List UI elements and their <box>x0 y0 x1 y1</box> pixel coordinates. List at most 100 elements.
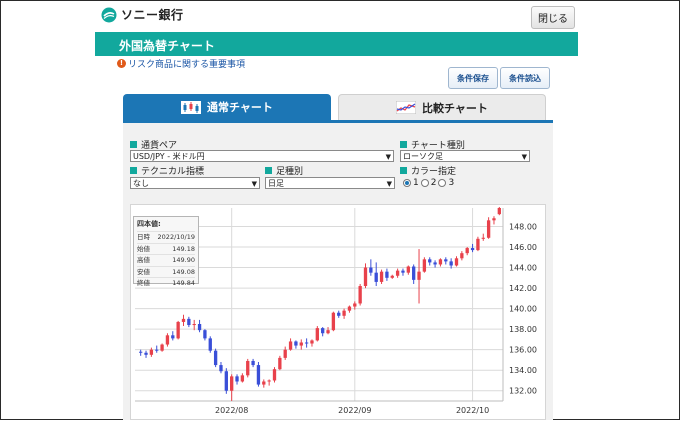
candle-body <box>369 267 373 273</box>
candle-body <box>219 365 223 372</box>
candle-body <box>321 328 325 334</box>
candle-body <box>401 270 405 273</box>
y-tick-label: 142.00 <box>509 284 537 293</box>
page-title: 外国為替チャート <box>119 39 215 53</box>
candle-body <box>492 218 496 221</box>
brand-name: ソニー銀行 <box>121 8 184 22</box>
y-tick-label: 144.00 <box>509 264 537 273</box>
candle-body <box>374 272 378 282</box>
candle-body <box>294 341 298 346</box>
technical-select[interactable]: なし ▼ <box>130 177 260 189</box>
candle-body <box>299 342 303 346</box>
candle-body <box>267 380 271 382</box>
candle-body <box>326 330 330 334</box>
tooltip-row: 始値 149.18 <box>137 242 195 253</box>
candle-body <box>497 208 501 215</box>
candle-body <box>315 328 319 341</box>
candle-body <box>347 306 352 311</box>
candle-body <box>358 286 362 304</box>
load-conditions-button[interactable]: 条件読込 <box>500 67 550 89</box>
candle-body <box>465 248 469 254</box>
candle-body <box>428 259 432 263</box>
page-title-bar: 外国為替チャート <box>95 32 578 56</box>
warning-icon: ! <box>117 59 126 68</box>
x-tick-label: 2022/09 <box>338 406 371 415</box>
candle-body <box>470 248 475 251</box>
candle-body <box>160 344 164 351</box>
candle-body <box>251 360 255 366</box>
tooltip-title: 四本値: <box>137 220 161 228</box>
candle-body <box>176 321 180 339</box>
candle-body <box>476 238 480 251</box>
color-radio-1[interactable] <box>403 179 411 187</box>
candle-body <box>342 310 346 316</box>
technical-label: テクニカル指標 <box>130 164 204 177</box>
candle-body <box>272 369 277 381</box>
candle-body <box>406 266 410 273</box>
chevron-down-icon: ▼ <box>385 153 391 161</box>
candle-body <box>256 365 261 385</box>
y-tick-label: 138.00 <box>509 325 537 334</box>
save-conditions-button[interactable]: 条件保存 <box>448 67 498 89</box>
candle-body <box>283 349 287 358</box>
tooltip-row: 安値 149.08 <box>137 265 195 276</box>
candle-body <box>144 352 148 355</box>
candle-body <box>240 375 245 382</box>
y-tick-label: 140.00 <box>509 305 537 314</box>
risk-link[interactable]: リスク商品に関する重要事項 <box>128 57 245 70</box>
candle-body <box>171 335 175 339</box>
chevron-down-icon: ▼ <box>251 180 257 188</box>
color-radio-group: 1 2 3 <box>403 178 454 188</box>
tab-normal-chart[interactable]: 通常チャート <box>123 94 331 120</box>
candle-body <box>192 324 196 326</box>
candle-body <box>454 258 459 266</box>
candle-body <box>208 338 212 351</box>
candle-body <box>353 303 357 307</box>
candle-body <box>149 349 154 355</box>
candle-body <box>139 351 143 353</box>
candle-body <box>278 357 282 370</box>
color-radio-3[interactable] <box>438 179 447 187</box>
top-header: ソニー銀行 閉じる <box>95 2 578 32</box>
brand-logo: ソニー銀行 <box>101 6 184 23</box>
candle-body <box>417 271 421 280</box>
tab-comparison-chart[interactable]: 比較チャート <box>338 94 546 120</box>
candle-body <box>412 266 416 280</box>
chevron-down-icon: ▼ <box>386 180 392 188</box>
candle-body <box>181 318 186 322</box>
candle-body <box>481 237 485 239</box>
candle-body <box>337 312 341 316</box>
y-tick-label: 134.00 <box>509 366 537 375</box>
interval-label: 足種別 <box>265 164 303 177</box>
risk-notice: ! リスク商品に関する重要事項 <box>117 57 245 70</box>
y-tick-label: 136.00 <box>509 346 537 355</box>
candle-body <box>230 376 234 391</box>
candle-body <box>203 330 207 339</box>
close-button[interactable]: 閉じる <box>531 6 575 29</box>
color-radio-2[interactable] <box>420 179 429 187</box>
interval-select[interactable]: 日足 ▼ <box>265 177 395 189</box>
candle-body <box>224 371 228 391</box>
chevron-down-icon: ▼ <box>521 153 527 161</box>
candle-body <box>262 381 266 385</box>
sony-bank-logo-icon <box>101 7 117 22</box>
candle-body <box>288 341 293 350</box>
candle-body <box>197 324 202 331</box>
color-label: カラー指定 <box>400 164 456 177</box>
chart-type-select[interactable]: ローソク足 ▼ <box>400 150 530 162</box>
candle-body <box>395 270 400 276</box>
candle-body <box>438 259 443 265</box>
candle-body <box>331 312 336 331</box>
candle-body <box>235 376 239 382</box>
pair-select[interactable]: USD/JPY - 米ドル円 ▼ <box>130 150 394 162</box>
candle-body <box>155 349 159 351</box>
candle-body <box>444 259 448 262</box>
y-tick-label: 132.00 <box>509 387 537 396</box>
candle-body <box>165 335 170 345</box>
y-tick-label: 146.00 <box>509 243 537 252</box>
x-tick-label: 2022/08 <box>215 406 248 415</box>
candle-body <box>304 342 309 344</box>
candle-body <box>449 261 453 266</box>
candle-body <box>213 350 218 366</box>
candle-body <box>310 340 314 344</box>
